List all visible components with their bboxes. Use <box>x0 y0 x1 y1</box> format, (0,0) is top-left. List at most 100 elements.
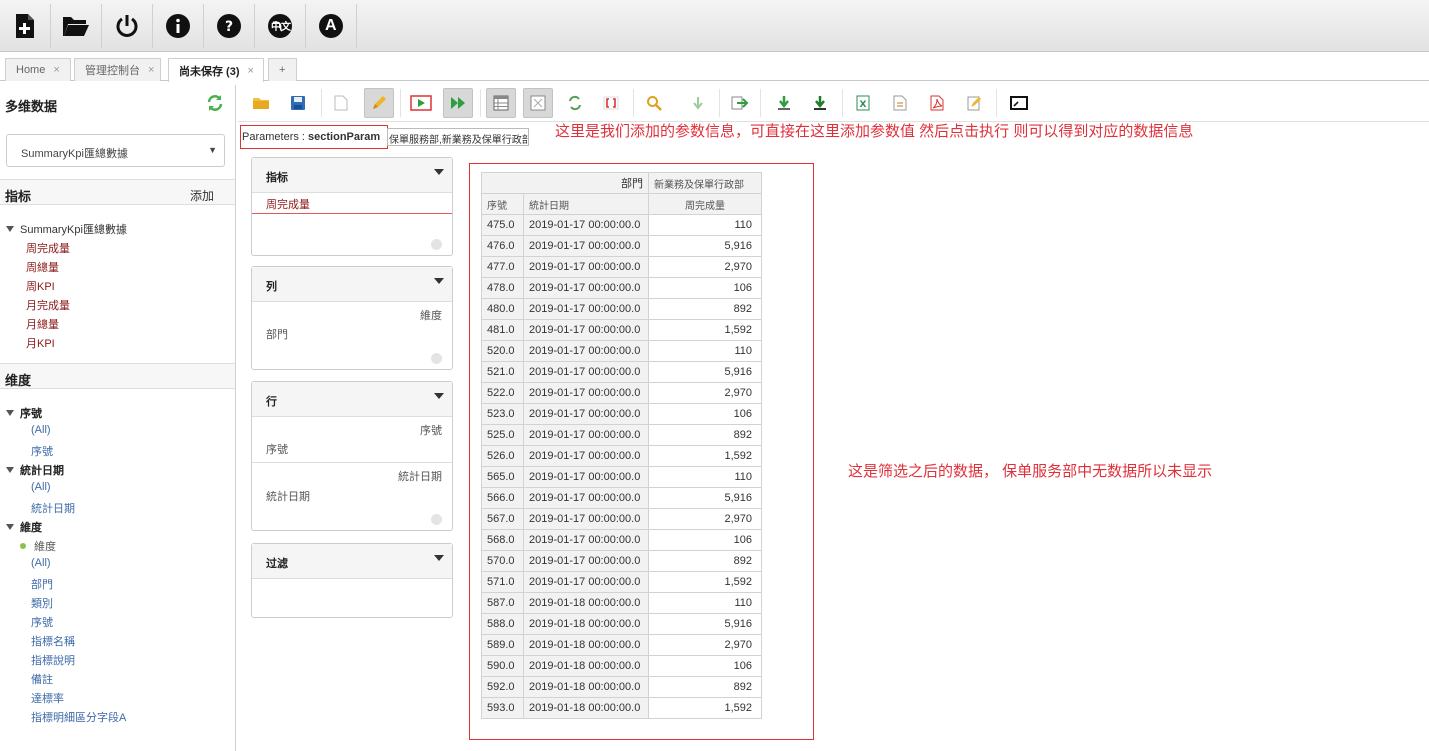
show-mdx-button[interactable] <box>959 88 989 118</box>
run-query-button[interactable] <box>406 88 436 118</box>
filter-drop-zone[interactable]: 过滤 <box>251 543 453 618</box>
dimension-node[interactable]: 序號 <box>6 405 42 421</box>
date-member-cell[interactable]: 2019-01-17 00:00:00.0 <box>523 298 649 320</box>
export-csv-button[interactable] <box>885 88 915 118</box>
language-button[interactable]: 中文 <box>255 3 306 48</box>
level-item[interactable]: (All) <box>31 424 51 436</box>
level-item[interactable]: 指標名稱 <box>31 633 75 649</box>
row-member-cell[interactable]: 481.0 <box>481 319 524 341</box>
date-member-cell[interactable]: 2019-01-17 00:00:00.0 <box>523 508 649 530</box>
edit-query-button[interactable] <box>364 88 394 118</box>
date-member-cell[interactable]: 2019-01-18 00:00:00.0 <box>523 676 649 698</box>
level-item[interactable]: 序號 <box>31 443 53 459</box>
date-member-cell[interactable]: 2019-01-17 00:00:00.0 <box>523 340 649 362</box>
clear-icon[interactable] <box>431 353 442 364</box>
row-member-cell[interactable]: 520.0 <box>481 340 524 362</box>
row-member-cell[interactable]: 522.0 <box>481 382 524 404</box>
close-icon[interactable]: × <box>148 64 154 76</box>
date-member-cell[interactable]: 2019-01-17 00:00:00.0 <box>523 256 649 278</box>
date-member-cell[interactable]: 2019-01-18 00:00:00.0 <box>523 592 649 614</box>
tab-unsaved-query[interactable]: 尚未保存 (3) × <box>168 58 264 82</box>
row-member-cell[interactable]: 477.0 <box>481 256 524 278</box>
row-member-cell[interactable]: 476.0 <box>481 235 524 257</box>
level-item[interactable]: 統計日期 <box>31 500 75 516</box>
export-button[interactable] <box>725 88 755 118</box>
clear-icon[interactable] <box>431 514 442 525</box>
level-item[interactable]: 序號 <box>31 614 53 630</box>
date-member-cell[interactable]: 2019-01-18 00:00:00.0 <box>523 634 649 656</box>
cube-select[interactable]: SummaryKpi匯總數據 ▼ <box>6 134 225 167</box>
row-member-cell[interactable]: 478.0 <box>481 277 524 299</box>
row-member-cell[interactable]: 589.0 <box>481 634 524 656</box>
date-member-cell[interactable]: 2019-01-17 00:00:00.0 <box>523 424 649 446</box>
fullscreen-button[interactable] <box>1004 88 1034 118</box>
row-member-cell[interactable]: 565.0 <box>481 466 524 488</box>
rows-drop-zone[interactable]: 行 序號 序號 統計日期 統計日期 <box>251 381 453 531</box>
date-member-cell[interactable]: 2019-01-17 00:00:00.0 <box>523 277 649 299</box>
date-member-cell[interactable]: 2019-01-17 00:00:00.0 <box>523 571 649 593</box>
level-item[interactable]: 類別 <box>31 595 53 611</box>
level-item[interactable]: 達標率 <box>31 690 64 706</box>
download-all-button[interactable] <box>805 88 835 118</box>
measures-root[interactable]: SummaryKpi匯總數據 <box>6 221 127 237</box>
row-member-cell[interactable]: 567.0 <box>481 508 524 530</box>
row-member-cell[interactable]: 570.0 <box>481 550 524 572</box>
close-icon[interactable]: × <box>53 64 59 76</box>
swap-axis-button[interactable] <box>596 88 626 118</box>
level-chip[interactable]: 統計日期 <box>266 488 310 504</box>
clear-icon[interactable] <box>431 239 442 250</box>
help-button[interactable]: ? <box>204 3 255 48</box>
row-header[interactable]: 統計日期 <box>523 193 649 215</box>
date-member-cell[interactable]: 2019-01-17 00:00:00.0 <box>523 214 649 236</box>
date-member-cell[interactable]: 2019-01-17 00:00:00.0 <box>523 235 649 257</box>
toggle-fields-button[interactable] <box>486 88 516 118</box>
level-chip[interactable]: 部門 <box>266 326 288 342</box>
save-query-button[interactable] <box>283 88 313 118</box>
row-member-cell[interactable]: 525.0 <box>481 424 524 446</box>
open-button[interactable] <box>51 3 102 48</box>
date-member-cell[interactable]: 2019-01-17 00:00:00.0 <box>523 361 649 383</box>
date-member-cell[interactable]: 2019-01-17 00:00:00.0 <box>523 403 649 425</box>
refresh-cubes-button[interactable] <box>206 94 224 115</box>
level-item[interactable]: 指標明細區分字段A <box>31 709 126 725</box>
add-measure-button[interactable]: 添加 <box>190 187 214 204</box>
date-member-cell[interactable]: 2019-01-17 00:00:00.0 <box>523 466 649 488</box>
measures-drop-zone[interactable]: 指标 周完成量 <box>251 157 453 256</box>
non-empty-button[interactable] <box>560 88 590 118</box>
tab-home[interactable]: Home × <box>5 58 71 81</box>
dropdown-arrow-icon[interactable] <box>434 278 444 284</box>
new-query-button[interactable] <box>326 88 356 118</box>
row-member-cell[interactable]: 566.0 <box>481 487 524 509</box>
row-member-cell[interactable]: 592.0 <box>481 676 524 698</box>
export-pdf-button[interactable] <box>922 88 952 118</box>
drill-down-button[interactable] <box>683 88 713 118</box>
row-member-cell[interactable]: 587.0 <box>481 592 524 614</box>
logout-button[interactable] <box>102 3 153 48</box>
export-xls-button[interactable]: X <box>848 88 878 118</box>
open-query-button[interactable] <box>246 88 276 118</box>
row-member-cell[interactable]: 590.0 <box>481 655 524 677</box>
level-item[interactable]: 指標說明 <box>31 652 75 668</box>
date-member-cell[interactable]: 2019-01-17 00:00:00.0 <box>523 319 649 341</box>
row-member-cell[interactable]: 593.0 <box>481 697 524 719</box>
row-member-cell[interactable]: 568.0 <box>481 529 524 551</box>
measure-item[interactable]: 周KPI <box>26 278 55 294</box>
columns-drop-zone[interactable]: 列 維度 部門 <box>251 266 453 370</box>
measure-item[interactable]: 月KPI <box>26 335 55 351</box>
drillthrough-button[interactable] <box>639 88 669 118</box>
level-item[interactable]: (All) <box>31 557 51 569</box>
new-tab-button[interactable]: + <box>268 58 297 81</box>
about-button[interactable] <box>153 3 204 48</box>
row-header[interactable]: 序號 <box>481 193 524 215</box>
date-member-cell[interactable]: 2019-01-18 00:00:00.0 <box>523 697 649 719</box>
date-member-cell[interactable]: 2019-01-17 00:00:00.0 <box>523 382 649 404</box>
download-button[interactable] <box>769 88 799 118</box>
admin-button[interactable]: A <box>306 3 357 48</box>
toggle-sidebar-button[interactable] <box>523 88 553 118</box>
column-member-header[interactable]: 新業務及保單行政部 <box>648 172 762 194</box>
measure-item[interactable]: 周完成量 <box>26 240 70 256</box>
row-member-cell[interactable]: 475.0 <box>481 214 524 236</box>
hierarchy-item[interactable]: 維度 <box>20 538 56 554</box>
row-member-cell[interactable]: 480.0 <box>481 298 524 320</box>
row-member-cell[interactable]: 571.0 <box>481 571 524 593</box>
